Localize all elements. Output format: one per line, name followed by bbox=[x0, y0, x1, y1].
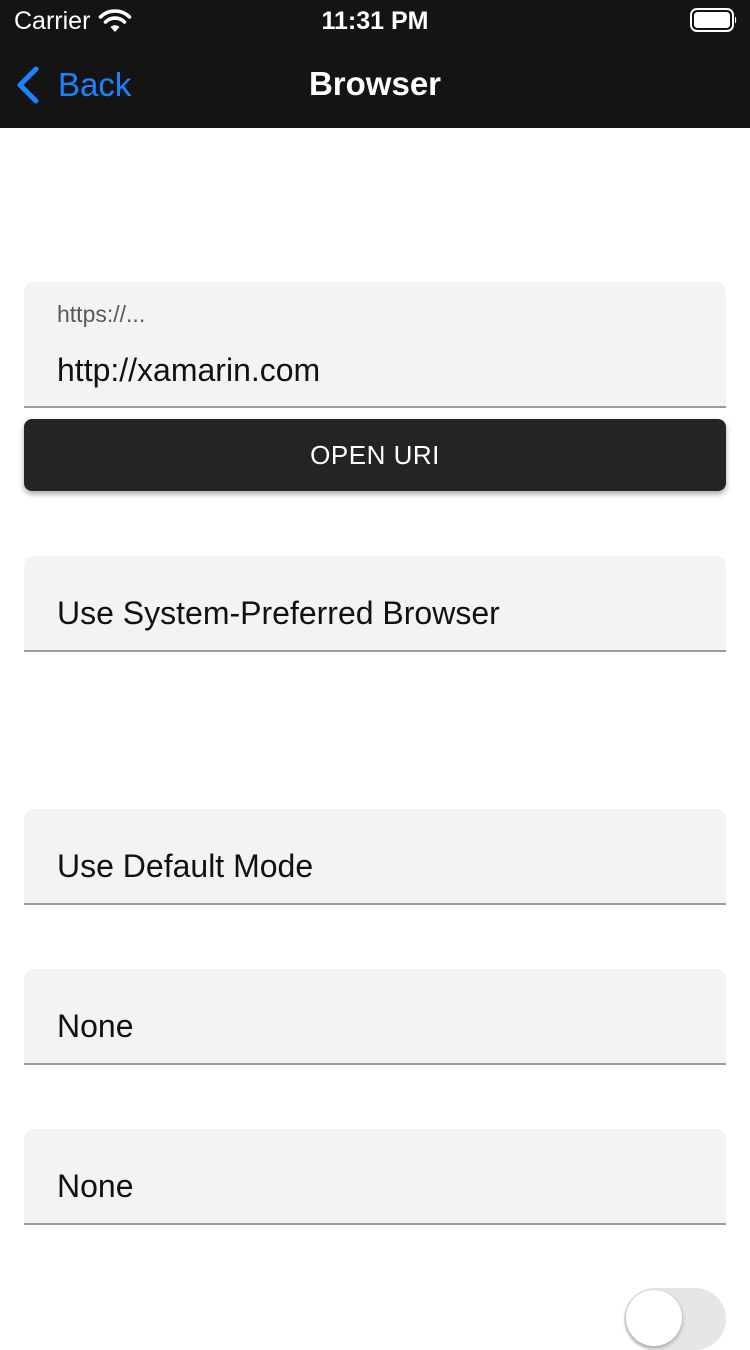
battery-icon bbox=[690, 8, 737, 32]
uri-entry[interactable]: https://... http://xamarin.com bbox=[24, 282, 726, 408]
status-time: 11:31 PM bbox=[321, 7, 429, 35]
toggle-switch[interactable] bbox=[624, 1288, 726, 1350]
uri-entry-value: http://xamarin.com bbox=[57, 352, 321, 388]
toggle-knob bbox=[626, 1290, 682, 1346]
uri-entry-placeholder: https://... bbox=[57, 301, 146, 327]
title-mode-picker[interactable]: None bbox=[24, 969, 726, 1065]
flags-picker[interactable]: None bbox=[24, 1129, 726, 1225]
launch-type-value: Use System-Preferred Browser bbox=[57, 595, 500, 631]
flags-value: None bbox=[57, 1168, 134, 1204]
title-mode-value: None bbox=[57, 1008, 134, 1044]
top-bar: Carrier 11:31 PM Back Browser bbox=[0, 0, 750, 128]
open-uri-button[interactable]: OPEN URI bbox=[24, 419, 726, 491]
launch-mode-value: Use Default Mode bbox=[57, 848, 314, 884]
page-title: Browser bbox=[308, 65, 442, 102]
launch-mode-picker[interactable]: Use Default Mode bbox=[24, 809, 726, 905]
launch-type-picker[interactable]: Use System-Preferred Browser bbox=[24, 556, 726, 652]
